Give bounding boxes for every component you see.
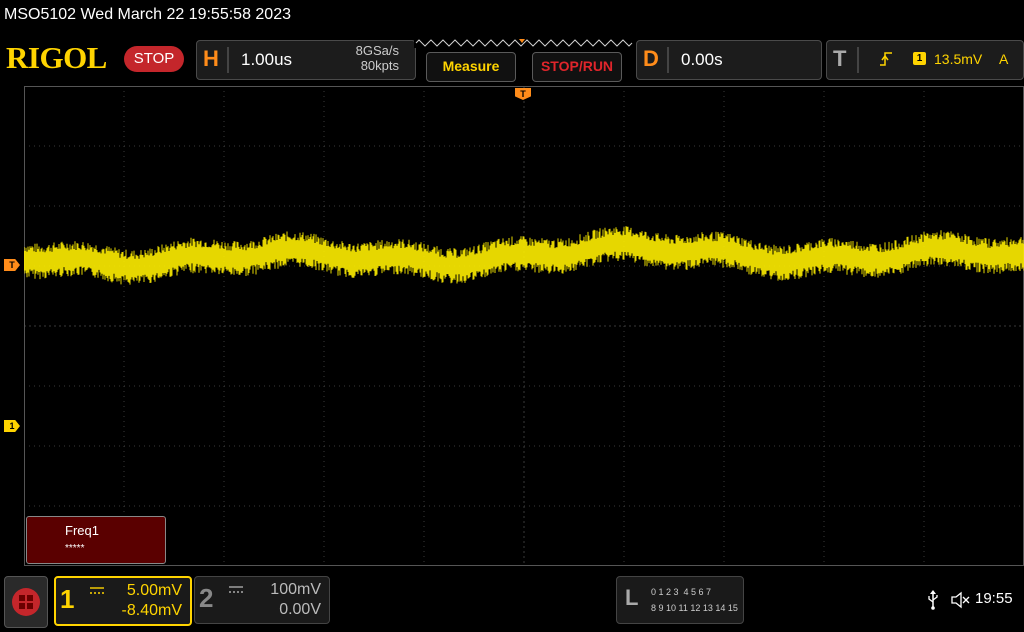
divider [667,47,669,73]
waveform-display[interactable] [24,86,1024,566]
delay-panel[interactable]: D 0.00s [636,40,822,80]
sample-rate: 8GSa/s [355,43,399,58]
delay-letter: D [643,46,659,71]
channel1-offset: -8.40mV [121,602,182,619]
speaker-muted-icon[interactable] [950,591,970,609]
horizontal-panel[interactable]: H 1.00us 8GSa/s 80kpts [196,40,416,80]
logic-panel[interactable]: L 0 1 2 3 4 5 6 7 8 9 10 11 12 13 14 15 [616,576,744,624]
divider [227,47,229,73]
channel1-scale: 5.00mV [126,582,182,599]
channel1-panel[interactable]: 1 5.00mV -8.40mV [54,576,192,626]
usb-icon [928,590,938,610]
measurement-label: Freq1 [65,523,99,538]
trigger-panel[interactable]: T 1 13.5mV A [826,40,1024,80]
horizontal-letter: H [203,46,219,71]
logic-letter: L [625,585,639,610]
channel2-panel[interactable]: 2 100mV 0.00V [194,576,330,624]
channel1-waveform [24,226,1024,285]
channel2-number: 2 [199,583,214,613]
graticule [24,86,1024,566]
trigger-source-badge: 1 [913,52,926,65]
rising-edge-icon [880,52,892,66]
run-state-badge[interactable]: STOP [124,46,184,72]
logic-channels-high: 8 9 10 11 12 13 14 15 [651,603,738,613]
channel1-number: 1 [60,584,75,614]
memory-depth: 80kpts [360,58,399,73]
logic-channels-low: 0 1 2 3 4 5 6 7 [651,587,712,597]
dc-coupling-icon [229,586,243,593]
trigger-level: 13.5mV [934,51,983,67]
trigger-level-marker[interactable]: T [4,259,20,271]
rigol-logo: RIGOL [6,40,107,75]
measure-button[interactable]: Measure [426,52,516,82]
channel1-offset-marker[interactable]: 1 [4,420,20,432]
timebase-value: 1.00us [241,50,293,69]
measurement-result[interactable]: Freq1 ***** [26,516,166,564]
channel2-scale: 100mV [270,581,321,598]
title-bar: MSO5102 Wed March 22 19:55:58 2023 [0,0,1024,34]
clock: 19:55 [975,590,1013,607]
trigger-letter: T [833,46,847,71]
measurement-value: ***** [65,543,85,554]
menu-grid-icon[interactable] [4,576,48,628]
dc-coupling-icon [90,587,104,594]
stop-run-button[interactable]: STOP/RUN [532,52,622,82]
divider [857,47,859,73]
trigger-mode: A [999,51,1009,67]
memory-timeline [414,38,634,48]
delay-value: 0.00s [681,50,723,69]
channel2-offset: 0.00V [279,601,321,618]
title-text: MSO5102 Wed March 22 19:55:58 2023 [4,6,291,23]
